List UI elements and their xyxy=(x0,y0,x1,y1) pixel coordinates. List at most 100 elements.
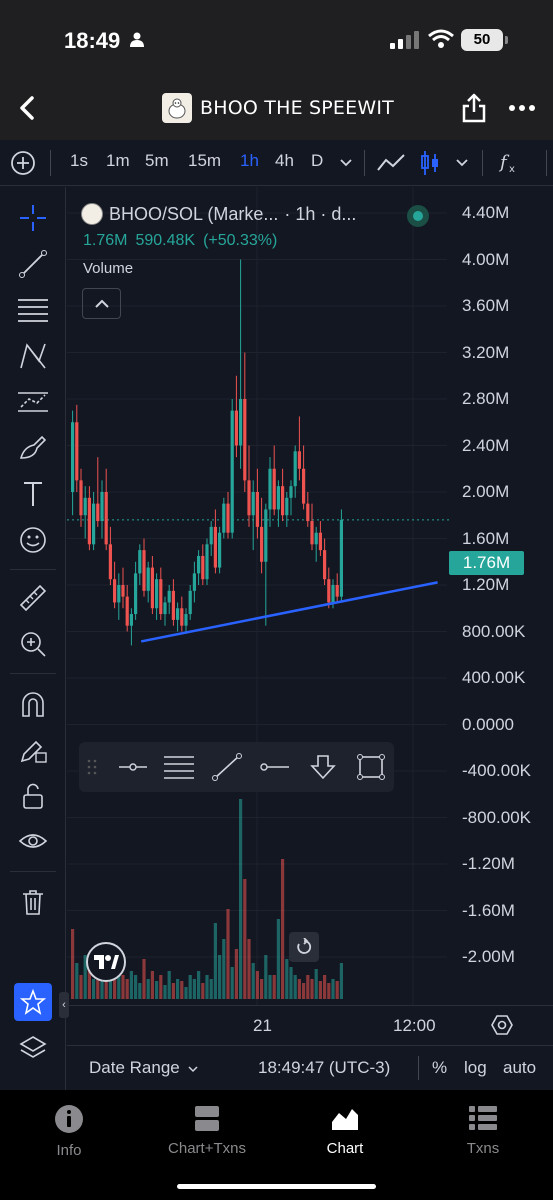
delete-tool[interactable] xyxy=(14,883,52,921)
volume-bar xyxy=(310,979,314,999)
nav-txns[interactable]: Txns xyxy=(414,1104,552,1157)
fib-retracement-icon xyxy=(18,299,48,322)
volume-bar xyxy=(171,983,175,999)
price-axis-label: 3.20M xyxy=(462,342,510,362)
fib-button[interactable] xyxy=(161,750,197,784)
candle-body xyxy=(79,480,83,516)
pattern-tool[interactable] xyxy=(14,337,52,375)
clock-timezone[interactable]: 18:49:47 (UTC-3) xyxy=(258,1058,390,1078)
interval-5m[interactable]: 5m xyxy=(145,151,169,171)
lock-drawing-tool[interactable] xyxy=(14,731,52,769)
log-toggle[interactable]: log xyxy=(464,1058,487,1078)
volume-bar xyxy=(226,909,230,999)
nav-chart[interactable]: Chart xyxy=(276,1104,414,1157)
nav-info[interactable]: Info xyxy=(0,1104,138,1159)
auto-toggle[interactable]: auto xyxy=(503,1058,536,1078)
time-label-day: 21 xyxy=(253,1016,272,1035)
volume-bar xyxy=(247,939,251,999)
ruler-tool[interactable] xyxy=(14,579,52,617)
candle-body xyxy=(205,544,209,580)
text-tool[interactable] xyxy=(14,475,52,513)
price-axis-label: 1.60M xyxy=(462,528,510,548)
back-button[interactable] xyxy=(12,92,42,124)
volume-legend[interactable]: Volume xyxy=(83,260,133,277)
chart-bottom-controls: Date Range 18:49:47 (UTC-3) % log auto xyxy=(67,1045,553,1090)
settings-icon[interactable] xyxy=(491,1014,513,1036)
time-axis[interactable]: 21 12:00 xyxy=(67,1005,553,1045)
rectangle-icon xyxy=(357,754,385,780)
chart-toolbar: 1s 1m 5m 15m 1h 4h D fx xyxy=(0,140,553,186)
person-icon xyxy=(130,32,144,47)
candle-body xyxy=(155,579,159,609)
candle-body xyxy=(197,555,201,574)
interval-15m[interactable]: 15m xyxy=(188,151,221,171)
tradingview-logo-icon[interactable] xyxy=(86,942,126,982)
chevron-down-icon[interactable] xyxy=(340,158,352,168)
legend-change-pct: (+50.33%) xyxy=(203,232,278,249)
interval-1s[interactable]: 1s xyxy=(70,151,88,171)
candle-body xyxy=(134,573,138,615)
unlock-tool[interactable] xyxy=(14,777,52,815)
nav-chart-txns[interactable]: Chart+Txns xyxy=(138,1104,276,1157)
candle-body xyxy=(96,503,100,522)
zoom-tool[interactable] xyxy=(14,625,52,663)
drawing-tools-sidebar xyxy=(0,187,66,1090)
favorites-tool[interactable] xyxy=(14,983,52,1021)
price-axis-label: 1.20M xyxy=(462,575,510,594)
add-indicator-icon[interactable] xyxy=(10,150,36,176)
candle-body xyxy=(281,486,285,516)
candle-body xyxy=(243,399,247,481)
crosshair-tool[interactable] xyxy=(14,199,52,237)
interval-1m[interactable]: 1m xyxy=(106,151,130,171)
candles-icon[interactable] xyxy=(420,149,440,177)
brush-tool[interactable] xyxy=(14,429,52,467)
candle-body xyxy=(117,585,121,603)
reset-chart-button[interactable] xyxy=(289,932,319,962)
drag-handle-icon[interactable] xyxy=(87,758,97,776)
interval-text: · 1h · d... xyxy=(284,203,357,224)
date-range-dropdown[interactable]: Date Range xyxy=(89,1058,198,1078)
candle-body xyxy=(213,526,217,568)
interval-d[interactable]: D xyxy=(311,151,323,171)
collapse-legend-button[interactable] xyxy=(82,288,121,319)
line-chart-icon[interactable] xyxy=(376,152,406,174)
candle-body xyxy=(87,497,91,545)
volume-bar xyxy=(335,981,339,999)
volume-bar xyxy=(318,981,322,999)
percent-toggle[interactable]: % xyxy=(432,1058,447,1078)
magnet-tool[interactable] xyxy=(14,685,52,723)
trendline-tool[interactable] xyxy=(14,245,52,283)
candle-body xyxy=(108,544,112,580)
status-time: 18:49 xyxy=(64,28,121,53)
volume-bar xyxy=(222,939,226,999)
candle-body xyxy=(222,503,226,533)
candle-body xyxy=(297,451,301,469)
visibility-tool[interactable] xyxy=(14,823,52,861)
volume-bar xyxy=(302,983,306,999)
emoji-tool[interactable] xyxy=(14,521,52,559)
rectangle-button[interactable] xyxy=(353,750,389,784)
price-axis-label: 4.40M xyxy=(462,203,510,222)
chevron-down-icon[interactable] xyxy=(456,158,468,168)
horizontal-line-button[interactable] xyxy=(257,750,293,784)
arrow-down-button[interactable] xyxy=(305,750,341,784)
candle-body xyxy=(323,550,327,580)
price-axis-label: -2.00M xyxy=(462,947,515,966)
indicators-fx-icon[interactable]: fx xyxy=(498,150,520,176)
more-options-icon[interactable] xyxy=(507,96,537,120)
volume-bar xyxy=(289,967,293,999)
chart-plot-area[interactable]: BHOO/SOL (Marke... · 1h · d... 1.76M 590.… xyxy=(59,187,553,1090)
prediction-tool[interactable] xyxy=(14,383,52,421)
candle-body xyxy=(146,567,150,591)
object-tree-tool[interactable] xyxy=(14,1029,52,1067)
share-icon[interactable] xyxy=(460,92,488,124)
interval-1h[interactable]: 1h xyxy=(240,151,259,171)
volume-bar xyxy=(71,929,75,999)
toolbar-divider xyxy=(546,150,547,176)
horizontal-ray-button[interactable] xyxy=(115,750,151,784)
trendline-button[interactable] xyxy=(209,750,245,784)
fib-tool[interactable] xyxy=(14,291,52,329)
interval-4h[interactable]: 4h xyxy=(275,151,294,171)
series-legend[interactable]: BHOO/SOL (Marke... · 1h · d... xyxy=(81,203,356,225)
pencil-lock-icon xyxy=(20,740,47,763)
